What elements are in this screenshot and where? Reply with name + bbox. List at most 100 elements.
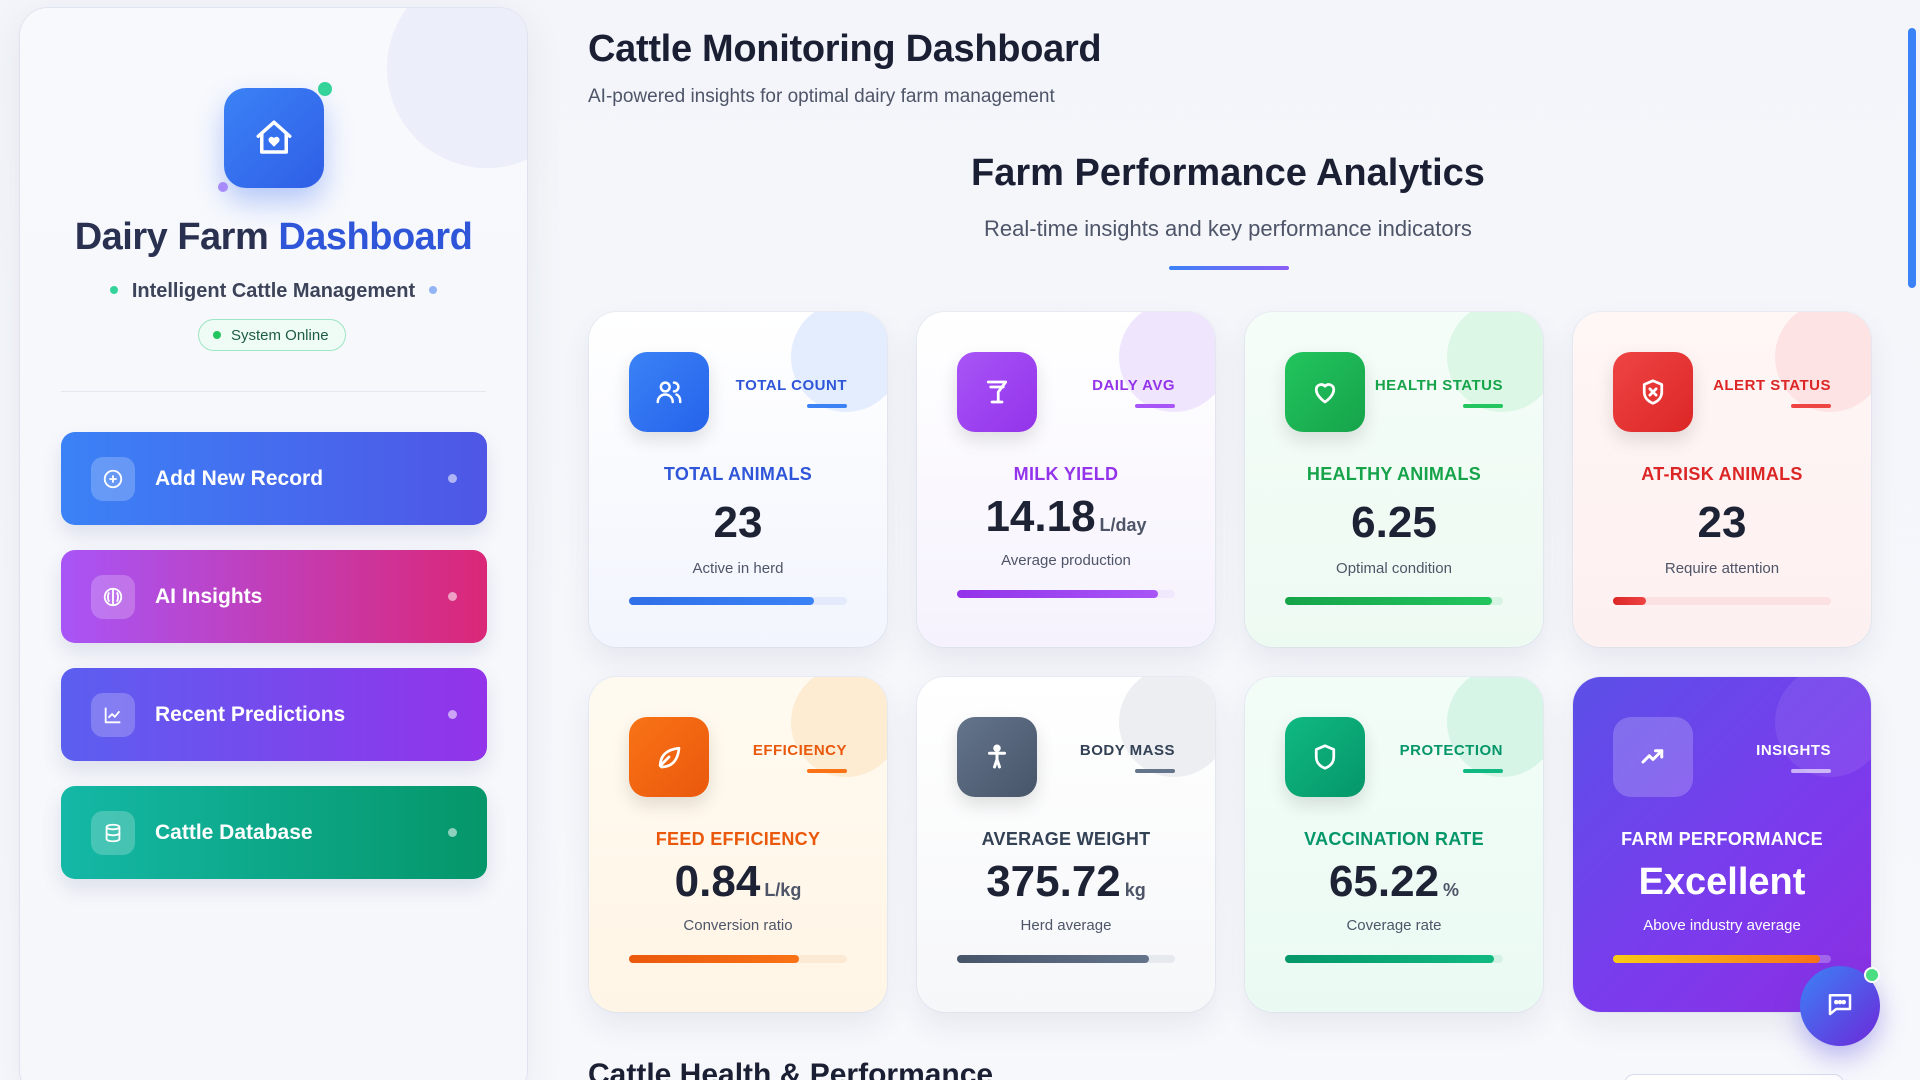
brand-subtitle: Intelligent Cattle Management [20, 280, 527, 303]
progress-fill [957, 590, 1158, 598]
leaf-icon [629, 717, 709, 797]
card-tag-underline [1463, 404, 1503, 408]
home-heart-icon [224, 88, 324, 188]
card-metric: TOTAL ANIMALS [663, 464, 813, 484]
card-description: Above industry average [1643, 917, 1801, 934]
progress-track [1613, 955, 1831, 963]
card-tag: ALERT STATUS [1713, 377, 1831, 394]
card-tag-underline [1135, 769, 1175, 773]
average-weight-card: BODY MASS AVERAGE WEIGHT 375.72 kg Herd a… [917, 677, 1215, 1012]
brand-logo [218, 82, 332, 192]
card-value: 375.72 kg [986, 857, 1146, 906]
card-decoration [1447, 312, 1543, 412]
person-icon [957, 717, 1037, 797]
chat-icon [1825, 989, 1855, 1024]
card-decoration [791, 677, 887, 777]
milk-yield-card: DAILY AVG MILK YIELD 14.18 L/day Average … [917, 312, 1215, 647]
at-risk-animals-card: ALERT STATUS AT-RISK ANIMALS 23 Require … [1573, 312, 1871, 647]
card-description: Conversion ratio [683, 917, 793, 934]
card-value: 23 [713, 498, 763, 547]
card-tag-underline [1791, 404, 1831, 408]
nav-bullet [448, 474, 457, 483]
chat-online-indicator [1864, 967, 1880, 983]
card-tag: INSIGHTS [1756, 742, 1831, 759]
glass-icon [957, 352, 1037, 432]
shield-alert-icon [1613, 352, 1693, 432]
card-description: Coverage rate [1346, 917, 1442, 934]
subtitle-dot-left [109, 286, 118, 295]
card-tag: HEALTH STATUS [1374, 377, 1503, 394]
card-tag-underline [807, 404, 847, 408]
card-value: 14.18 L/day [985, 492, 1147, 541]
progress-track [957, 590, 1175, 598]
vaccination-rate-card: PROTECTION VACCINATION RATE 65.22% Cover… [1245, 677, 1543, 1012]
card-decoration [1775, 677, 1871, 777]
nav-bullet [448, 828, 457, 837]
progress-track [1285, 597, 1503, 605]
cattle-database-button[interactable]: Cattle Database [61, 786, 487, 879]
card-metric: FARM PERFORMANCE [1621, 829, 1823, 849]
recent-predictions-button[interactable]: Recent Predictions [61, 668, 487, 761]
progress-track [629, 597, 847, 605]
card-value: 65.22% [1328, 857, 1460, 906]
healthy-animals-card: HEALTH STATUS HEALTHY ANIMALS 6.25 Optim… [1245, 312, 1543, 647]
card-metric: VACCINATION RATE [1304, 829, 1484, 849]
card-description: Optimal condition [1336, 560, 1452, 577]
sidebar-divider [61, 391, 486, 392]
section-title: Cattle Health & Performance [588, 1058, 994, 1080]
card-value: Excellent [1638, 861, 1806, 903]
card-tag: DAILY AVG [1092, 377, 1175, 394]
page-title: Cattle Monitoring Dashboard [588, 28, 1102, 70]
nav-bullet [448, 710, 457, 719]
card-decoration [1119, 677, 1215, 777]
subtitle-dot-right [429, 286, 438, 295]
sidebar: Dairy Farm Dashboard Intelligent Cattle … [20, 8, 527, 1080]
card-tag-underline [807, 769, 847, 773]
add-new-record-button[interactable]: Add New Record [61, 432, 487, 525]
card-tag-underline [1791, 769, 1831, 773]
progress-fill [1285, 955, 1495, 963]
section-control[interactable] [1624, 1074, 1844, 1080]
plus-circle-icon [91, 456, 135, 501]
progress-track [1285, 955, 1503, 963]
page-subtitle: AI-powered insights for optimal dairy fa… [588, 86, 1055, 107]
card-description: Require attention [1664, 560, 1780, 577]
card-value: 23 [1697, 498, 1747, 547]
ai-insights-button[interactable]: AI Insights [61, 550, 487, 643]
shield-icon [1285, 717, 1365, 797]
progress-fill [1613, 955, 1821, 963]
card-tag: BODY MASS [1079, 742, 1175, 759]
farm-performance-card: INSIGHTS FARM PERFORMANCE Excellent Abov… [1573, 677, 1871, 1012]
card-tag: TOTAL COUNT [735, 377, 847, 394]
progress-fill [1285, 597, 1493, 605]
card-metric: FEED EFFICIENCY [655, 829, 821, 849]
logo-accent-dot [218, 182, 228, 192]
card-metric: AVERAGE WEIGHT [981, 829, 1151, 849]
brain-icon [91, 574, 135, 619]
progress-fill [1613, 597, 1646, 605]
analytics-subtitle: Real-time insights and key performance i… [984, 216, 1472, 241]
card-description: Average production [1001, 552, 1131, 569]
scrollbar-thumb[interactable] [1908, 28, 1916, 288]
trend-up-icon [1613, 717, 1693, 797]
card-description: Herd average [1020, 917, 1112, 934]
progress-track [629, 955, 847, 963]
progress-fill [957, 955, 1149, 963]
system-status-badge: System Online [198, 319, 346, 351]
analytics-underline [1169, 266, 1289, 270]
card-tag: EFFICIENCY [752, 742, 847, 759]
progress-track [957, 955, 1175, 963]
users-icon [629, 352, 709, 432]
total-animals-card: TOTAL COUNT TOTAL ANIMALS 23 Active in h… [589, 312, 887, 647]
card-decoration [1447, 677, 1543, 777]
card-tag-underline [1463, 769, 1503, 773]
brand-title: Dairy Farm Dashboard [74, 216, 473, 258]
card-decoration [791, 312, 887, 412]
line-chart-icon [91, 692, 135, 737]
card-metric: MILK YIELD [1013, 464, 1119, 484]
feed-efficiency-card: EFFICIENCY FEED EFFICIENCY 0.84 L/kg Conv… [589, 677, 887, 1012]
card-decoration [1119, 312, 1215, 412]
card-value: 6.25 [1351, 498, 1437, 547]
nav-bullet [448, 592, 457, 601]
logo-status-dot [318, 82, 332, 96]
